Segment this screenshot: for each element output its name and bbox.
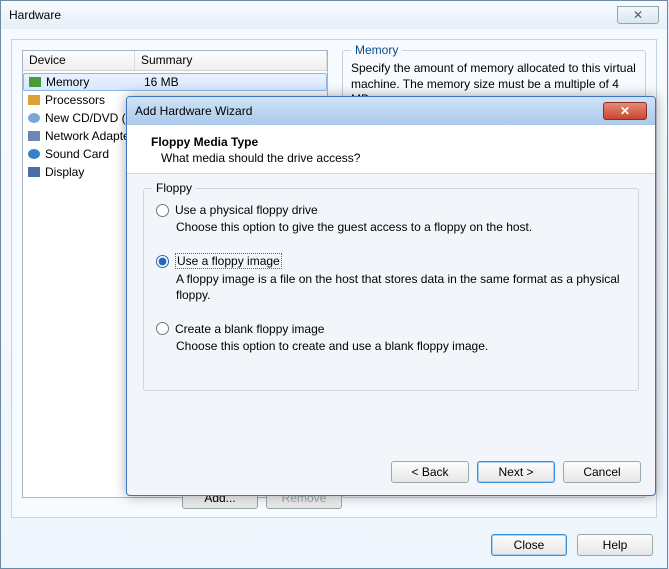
radio-blank[interactable] (156, 322, 169, 335)
wizard-title: Add Hardware Wizard (135, 104, 252, 118)
cd-icon (27, 111, 41, 125)
option-blank-label[interactable]: Create a blank floppy image (156, 322, 626, 336)
option-blank: Create a blank floppy image Choose this … (156, 322, 626, 354)
back-button[interactable]: < Back (391, 461, 469, 483)
device-label: Display (45, 165, 139, 179)
option-image-label[interactable]: Use a floppy image (156, 253, 626, 269)
next-button[interactable]: Next > (477, 461, 555, 483)
device-summary: 16 MB (144, 75, 179, 89)
cancel-button[interactable]: Cancel (563, 461, 641, 483)
wizard-titlebar[interactable]: Add Hardware Wizard ✕ (127, 97, 655, 125)
wizard-button-bar: < Back Next > Cancel (391, 461, 641, 483)
col-device[interactable]: Device (23, 51, 135, 70)
device-label: Network Adapte (45, 129, 139, 143)
device-header: Device Summary (23, 51, 327, 71)
device-label: Memory (46, 75, 140, 89)
option-text: Use a physical floppy drive (175, 203, 318, 217)
floppy-group: Floppy Use a physical floppy drive Choos… (143, 188, 639, 391)
device-label: New CD/DVD (. (45, 111, 139, 125)
memory-legend: Memory (351, 43, 402, 57)
wizard-header: Floppy Media Type What media should the … (127, 125, 655, 174)
floppy-legend: Floppy (152, 181, 196, 195)
device-label: Sound Card (45, 147, 139, 161)
option-image: Use a floppy image A floppy image is a f… (156, 253, 626, 303)
wizard-heading: Floppy Media Type (151, 135, 639, 149)
help-button[interactable]: Help (577, 534, 653, 556)
memory-icon (28, 75, 42, 89)
option-text: Create a blank floppy image (175, 322, 324, 336)
col-summary[interactable]: Summary (135, 51, 327, 70)
main-titlebar: Hardware ✕ (1, 1, 667, 29)
close-button[interactable]: Close (491, 534, 567, 556)
close-icon: ✕ (633, 8, 643, 22)
close-icon: ✕ (620, 104, 630, 118)
device-label: Processors (45, 93, 139, 107)
wizard-body: Floppy Use a physical floppy drive Choos… (127, 174, 655, 405)
cpu-icon (27, 93, 41, 107)
network-icon (27, 129, 41, 143)
option-physical-label[interactable]: Use a physical floppy drive (156, 203, 626, 217)
main-close-button[interactable]: ✕ (617, 6, 659, 24)
main-title: Hardware (9, 8, 61, 22)
radio-physical[interactable] (156, 204, 169, 217)
option-physical: Use a physical floppy drive Choose this … (156, 203, 626, 235)
add-hardware-wizard: Add Hardware Wizard ✕ Floppy Media Type … (126, 96, 656, 496)
wizard-close-button[interactable]: ✕ (603, 102, 647, 120)
radio-image[interactable] (156, 255, 169, 268)
option-desc: Choose this option to give the guest acc… (176, 219, 626, 235)
option-desc: Choose this option to create and use a b… (176, 338, 626, 354)
display-icon (27, 165, 41, 179)
sound-icon (27, 147, 41, 161)
bottom-button-bar: Close Help (491, 534, 653, 556)
option-desc: A floppy image is a file on the host tha… (176, 271, 626, 303)
option-text: Use a floppy image (175, 253, 282, 269)
device-row-memory[interactable]: Memory 16 MB (23, 73, 327, 91)
wizard-subheading: What media should the drive access? (151, 151, 639, 165)
